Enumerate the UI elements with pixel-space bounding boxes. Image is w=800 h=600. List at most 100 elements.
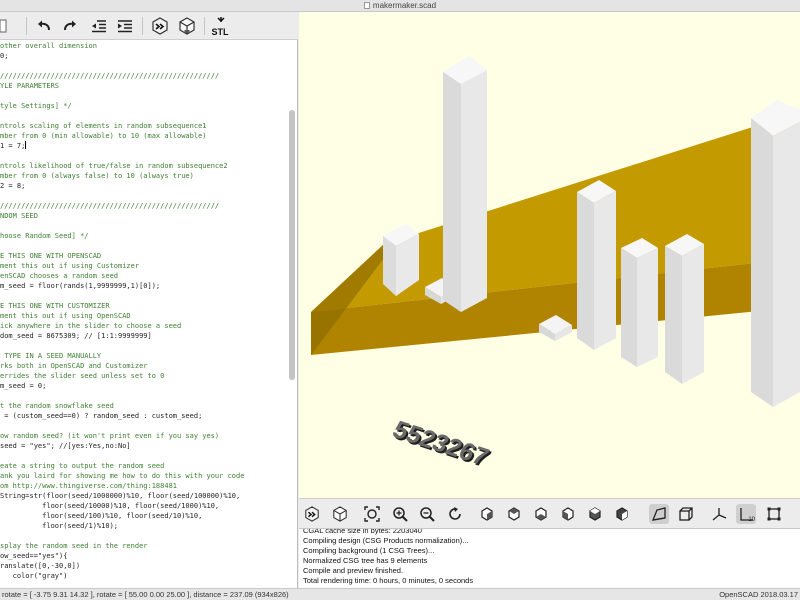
console-line: Compiling design (CSG Products normaliza…	[303, 536, 469, 545]
render-scene: 5523267 5523267	[311, 56, 800, 473]
unindent-button[interactable]	[88, 15, 110, 37]
view-preview-button[interactable]	[302, 504, 322, 524]
pillar-side	[773, 122, 800, 407]
console-line: Compile and preview finished.	[303, 566, 404, 575]
code-line: floor(seed/1)%10);	[0, 522, 119, 530]
pillar-side	[594, 191, 616, 350]
code-line: t the random snowflake seed	[0, 402, 114, 410]
view-right-icon	[481, 507, 493, 521]
show-scale-button[interactable]: 10	[736, 504, 756, 524]
view-all-icon	[364, 506, 380, 522]
view-back-button[interactable]	[612, 504, 632, 524]
code-line: dom_seed = 8675309; // [1:1:9999999]	[0, 332, 152, 340]
code-editor[interactable]: other overall dimension 0; ///////////////…	[0, 40, 298, 588]
code-line: TYPE IN A SEED MANUALLY	[0, 352, 102, 360]
show-edges-button[interactable]	[764, 504, 784, 524]
code-line: ranslate([0,-30,0])	[0, 562, 81, 570]
pillar-front	[751, 118, 773, 407]
new-file-icon	[0, 19, 7, 33]
code-line: E THIS ONE WITH CUSTOMIZER	[0, 302, 110, 310]
redo-button[interactable]	[59, 15, 81, 37]
new-file-button[interactable]	[0, 15, 8, 37]
view-render-button[interactable]	[330, 504, 350, 524]
code-line: 2 = 8;	[0, 182, 26, 190]
preview-icon	[305, 506, 319, 522]
window-title-bar: makermaker.scad	[0, 0, 800, 12]
pillar-side	[461, 70, 487, 312]
view-bottom-button[interactable]	[531, 504, 551, 524]
pillar-front	[621, 248, 637, 367]
show-axes-button[interactable]	[709, 504, 729, 524]
show-axes-icon	[712, 508, 727, 521]
camera-status: rotate = [ -3.75 9.31 14.32 ], rotate = …	[2, 590, 289, 599]
toolbar-separator	[26, 17, 27, 35]
view-front-button[interactable]	[585, 504, 605, 524]
preview-button[interactable]	[149, 15, 171, 37]
editor-toolbar: STL	[0, 12, 298, 40]
reset-view-icon	[449, 507, 461, 520]
code-line: om http://www.thingiverse.com/thing:1884…	[0, 482, 178, 490]
code-line: ow random seed? (it won't print even if …	[0, 432, 220, 440]
code-line: floor(seed/10000)%10, floor(seed/1000)%1…	[0, 502, 220, 510]
undo-icon	[38, 20, 50, 31]
view-all-button[interactable]	[362, 504, 382, 524]
perspective-button[interactable]	[649, 504, 669, 524]
zoom-in-icon	[393, 507, 408, 522]
preview-icon	[152, 17, 168, 35]
orthogonal-button[interactable]	[676, 504, 696, 524]
view-front-icon	[589, 507, 601, 521]
view-bottom-icon	[535, 507, 547, 521]
code-line: ntrols scaling of elements in random sub…	[0, 122, 207, 130]
console-line: Compiling background (1 CSG Trees)...	[303, 546, 435, 555]
code-line: ntrols likelihood of true/false in rando…	[0, 162, 228, 170]
indent-button[interactable]	[114, 15, 136, 37]
view-back-icon	[616, 507, 628, 521]
editor-scrollbar[interactable]	[289, 110, 295, 380]
pillar-front	[443, 72, 461, 312]
view-top-icon	[508, 507, 520, 521]
code-line: NDOM SEED	[0, 212, 38, 220]
code-line: 0;	[0, 52, 9, 60]
view-left-icon	[562, 507, 574, 521]
version-label: OpenSCAD 2018.03.17	[719, 590, 798, 599]
zoom-out-button[interactable]	[417, 504, 437, 524]
code-line: String=str(floor(seed/1000000)%10, floor…	[0, 492, 241, 500]
toolbar-separator	[142, 17, 143, 35]
render-button[interactable]	[176, 15, 198, 37]
view-left-button[interactable]	[558, 504, 578, 524]
code-line: hoose Random Seed] */	[0, 232, 89, 240]
pillar-side	[637, 248, 658, 367]
code-line: tyle Settings] */	[0, 102, 72, 110]
seed-text: 5523267	[388, 416, 493, 471]
pillar-side	[682, 244, 704, 384]
reset-view-button[interactable]	[445, 504, 465, 524]
code-line: rks both in OpenSCAD and Customizer	[0, 362, 148, 370]
code-line: YLE PARAMETERS	[0, 82, 60, 90]
code-line: ////////////////////////////////////////…	[0, 72, 220, 80]
console-line: Total rendering time: 0 hours, 0 minutes…	[303, 576, 474, 585]
view-top-button[interactable]	[504, 504, 524, 524]
unindent-icon	[92, 20, 106, 33]
code-line: splay the random seed in the render	[0, 542, 148, 550]
console-panel: CGAL cache size in bytes: 2203040 Compili…	[299, 528, 800, 588]
undo-button[interactable]	[33, 15, 55, 37]
status-bar: rotate = [ -3.75 9.31 14.32 ], rotate = …	[0, 588, 800, 600]
3d-viewport[interactable]: 5523267 5523267	[299, 12, 800, 498]
export-stl-label: STL	[211, 27, 229, 37]
code-line: mber from 0 (always false) to 10 (always…	[0, 172, 194, 180]
code-line: seed = "yes"; //[yes:Yes,no:No]	[0, 442, 131, 450]
code-line: 1 = 7;	[0, 141, 27, 150]
scale-label: 10	[748, 517, 755, 523]
document-icon	[363, 2, 370, 9]
render-icon	[333, 506, 347, 522]
code-line: m_seed = 0;	[0, 382, 47, 390]
zoom-in-button[interactable]	[390, 504, 410, 524]
console-line: Normalized CSG tree has 9 elements	[303, 556, 428, 565]
code-line: mber from 0 (min allowable) to 10 (max a…	[0, 132, 207, 140]
code-line: m_seed = floor(rands(1,9999999,1)[0]);	[0, 282, 161, 290]
orthogonal-icon	[679, 507, 693, 521]
view-right-button[interactable]	[477, 504, 497, 524]
code-line: enSCAD chooses a random seed	[0, 272, 119, 280]
pillar-front	[577, 192, 594, 350]
code-line: ick anywhere in the slider to choose a s…	[0, 322, 182, 330]
